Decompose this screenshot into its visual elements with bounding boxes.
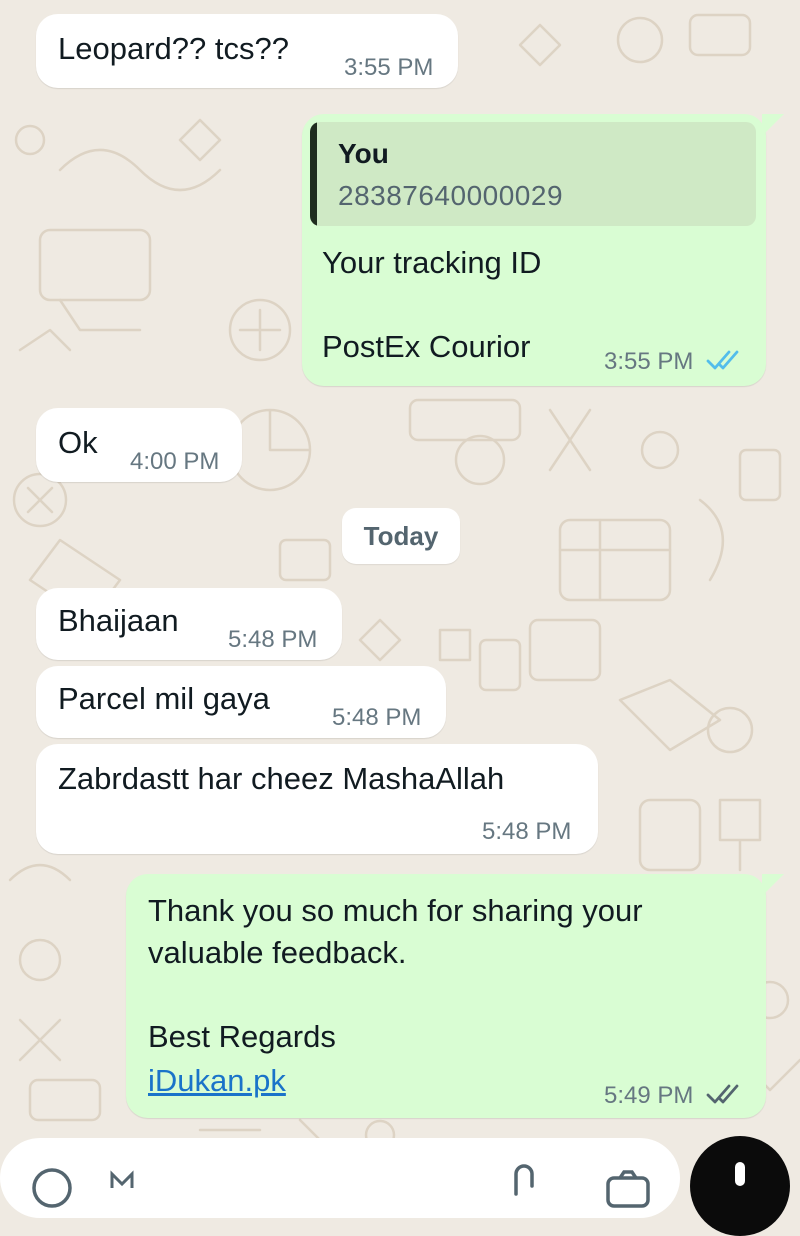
message-incoming[interactable]: Bhaijaan 5:48 PM: [36, 588, 342, 660]
message-time: 5:48 PM: [482, 818, 572, 845]
message-text: Ok: [58, 425, 98, 460]
message-text-line: Your tracking ID: [322, 245, 542, 280]
camera-icon[interactable]: [604, 1168, 652, 1208]
message-time: 4:00 PM: [130, 448, 220, 475]
quote-bar: [310, 122, 317, 226]
message-incoming[interactable]: Leopard?? tcs?? 3:55 PM: [36, 14, 458, 88]
message-text-line: Best Regards: [148, 1019, 336, 1054]
message-text-line: valuable feedback.: [148, 935, 407, 970]
bubble-tail: [762, 114, 784, 136]
quoted-reply[interactable]: You 28387640000029: [310, 122, 756, 226]
emoji-icon[interactable]: [30, 1166, 74, 1210]
message-time: 5:48 PM: [228, 626, 318, 653]
message-time: 3:55 PM: [604, 348, 694, 375]
read-ticks-icon: [706, 350, 739, 370]
message-incoming[interactable]: Zabrdastt har cheez MashaAllah 5:48 PM: [36, 744, 598, 854]
message-text: Leopard?? tcs??: [58, 31, 289, 66]
message-outgoing[interactable]: You 28387640000029 Your tracking ID Post…: [302, 114, 766, 386]
message-time: 3:55 PM: [344, 54, 434, 81]
message-text-line: PostEx Courior: [322, 329, 531, 364]
message-incoming[interactable]: Ok 4:00 PM: [36, 408, 242, 482]
quote-author: You: [338, 138, 389, 169]
message-outgoing[interactable]: Thank you so much for sharing your valua…: [126, 874, 766, 1118]
mic-icon: [735, 1162, 745, 1186]
delivered-ticks-icon: [706, 1084, 739, 1104]
message-time: 5:49 PM: [604, 1082, 694, 1109]
bubble-tail: [762, 874, 784, 896]
message-text: Bhaijaan: [58, 603, 179, 638]
message-text: Parcel mil gaya: [58, 681, 270, 716]
quote-text: 28387640000029: [338, 180, 564, 211]
message-composer[interactable]: [0, 1138, 680, 1218]
message-text: Zabrdastt har cheez MashaAllah: [58, 761, 505, 796]
website-link[interactable]: iDukan.pk: [148, 1060, 286, 1102]
message-text-line: Thank you so much for sharing your: [148, 893, 643, 928]
date-separator: Today: [342, 508, 460, 564]
message-input-placeholder[interactable]: [108, 1170, 148, 1190]
mic-button[interactable]: [690, 1136, 790, 1236]
message-incoming[interactable]: Parcel mil gaya 5:48 PM: [36, 666, 446, 738]
message-time: 5:48 PM: [332, 704, 422, 731]
attach-icon[interactable]: [506, 1164, 542, 1204]
